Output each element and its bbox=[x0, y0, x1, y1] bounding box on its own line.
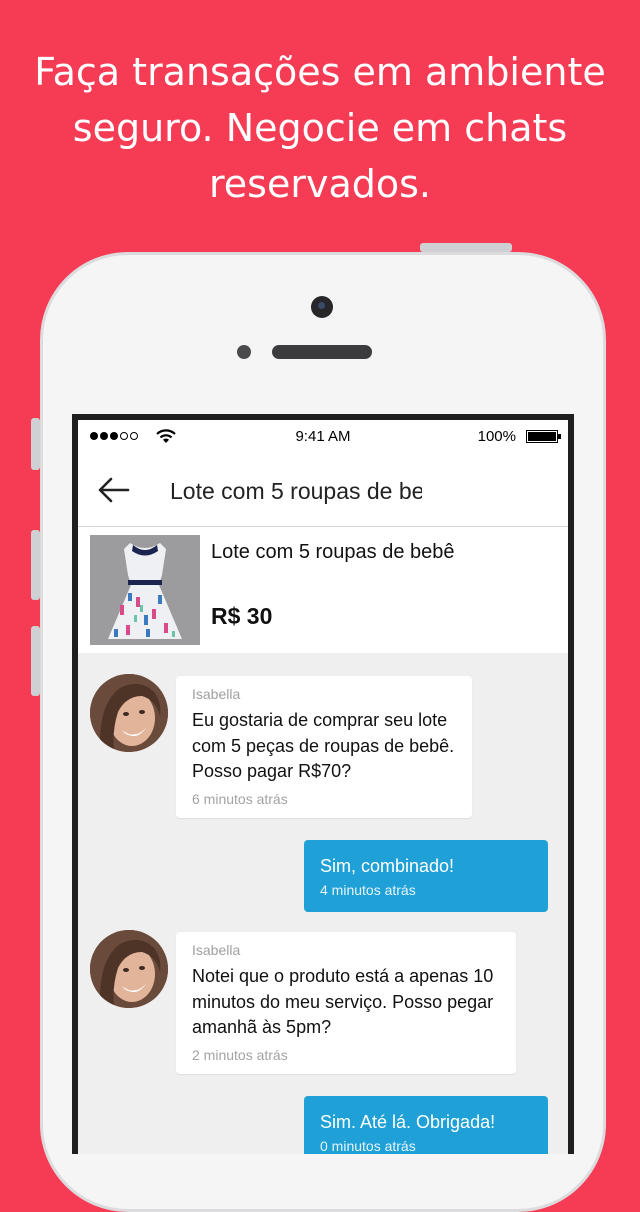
battery-percent: 100% bbox=[477, 428, 516, 445]
promo-headline: Faça transações em ambiente seguro. Nego… bbox=[0, 44, 640, 212]
headline-line-1: Faça transações em ambiente bbox=[34, 50, 606, 94]
outgoing-message[interactable]: Sim. Até lá. Obrigada! 0 minutos atrás bbox=[304, 1096, 548, 1154]
volume-up-button bbox=[31, 530, 40, 600]
message-text: Sim. Até lá. Obrigada! bbox=[320, 1112, 496, 1132]
nav-title: Lote com 5 roupas de bebê bbox=[170, 478, 451, 504]
product-card[interactable]: Lote com 5 roupas de bebê R$ 30 bbox=[78, 527, 568, 653]
chat-nav-bar: Lote com 5 roupas de bebê bbox=[78, 454, 568, 527]
product-title: Lote com 5 roupas de bebê bbox=[211, 541, 455, 563]
message-text: Notei que o produto está a apenas 10 min… bbox=[192, 966, 494, 1037]
outgoing-message[interactable]: Sim, combinado! 4 minutos atrás bbox=[304, 840, 548, 912]
message-sender: Isabella bbox=[192, 942, 241, 958]
mute-switch bbox=[31, 418, 40, 470]
proximity-sensor bbox=[237, 345, 251, 359]
product-price: R$ 30 bbox=[211, 603, 273, 629]
incoming-message[interactable]: Isabella Eu gostaria de comprar seu lote… bbox=[176, 676, 472, 818]
back-arrow-icon[interactable] bbox=[96, 476, 132, 504]
nav-overlay bbox=[422, 454, 558, 516]
user-avatar-icon bbox=[90, 930, 168, 1008]
phone-screen: 9:41 AM 100% Lote com 5 roupas de bebê L… bbox=[72, 414, 574, 1154]
battery-icon bbox=[526, 430, 561, 443]
power-button bbox=[420, 243, 512, 252]
message-text: Eu gostaria de comprar seu lote com 5 pe… bbox=[192, 710, 455, 781]
front-camera-icon bbox=[311, 296, 333, 318]
avatar[interactable] bbox=[90, 930, 168, 1008]
headline-line-2: seguro. Negocie em chats bbox=[72, 106, 568, 150]
earpiece-speaker bbox=[272, 345, 372, 359]
message-time: 0 minutos atrás bbox=[320, 1138, 416, 1154]
message-sender: Isabella bbox=[192, 686, 241, 702]
avatar[interactable] bbox=[90, 674, 168, 752]
message-text: Sim, combinado! bbox=[320, 856, 455, 876]
volume-down-button bbox=[31, 626, 40, 696]
user-avatar-icon bbox=[90, 674, 168, 752]
message-time: 6 minutos atrás bbox=[192, 790, 288, 807]
status-bar: 9:41 AM 100% bbox=[78, 420, 568, 454]
app-screen: 9:41 AM 100% Lote com 5 roupas de bebê L… bbox=[78, 420, 568, 1154]
dress-image-icon bbox=[90, 535, 200, 645]
headline-line-3: reservados. bbox=[209, 162, 431, 206]
product-image[interactable] bbox=[90, 535, 200, 645]
message-time: 2 minutos atrás bbox=[192, 1046, 288, 1063]
message-time: 4 minutos atrás bbox=[320, 882, 416, 898]
incoming-message[interactable]: Isabella Notei que o produto está a apen… bbox=[176, 932, 516, 1074]
